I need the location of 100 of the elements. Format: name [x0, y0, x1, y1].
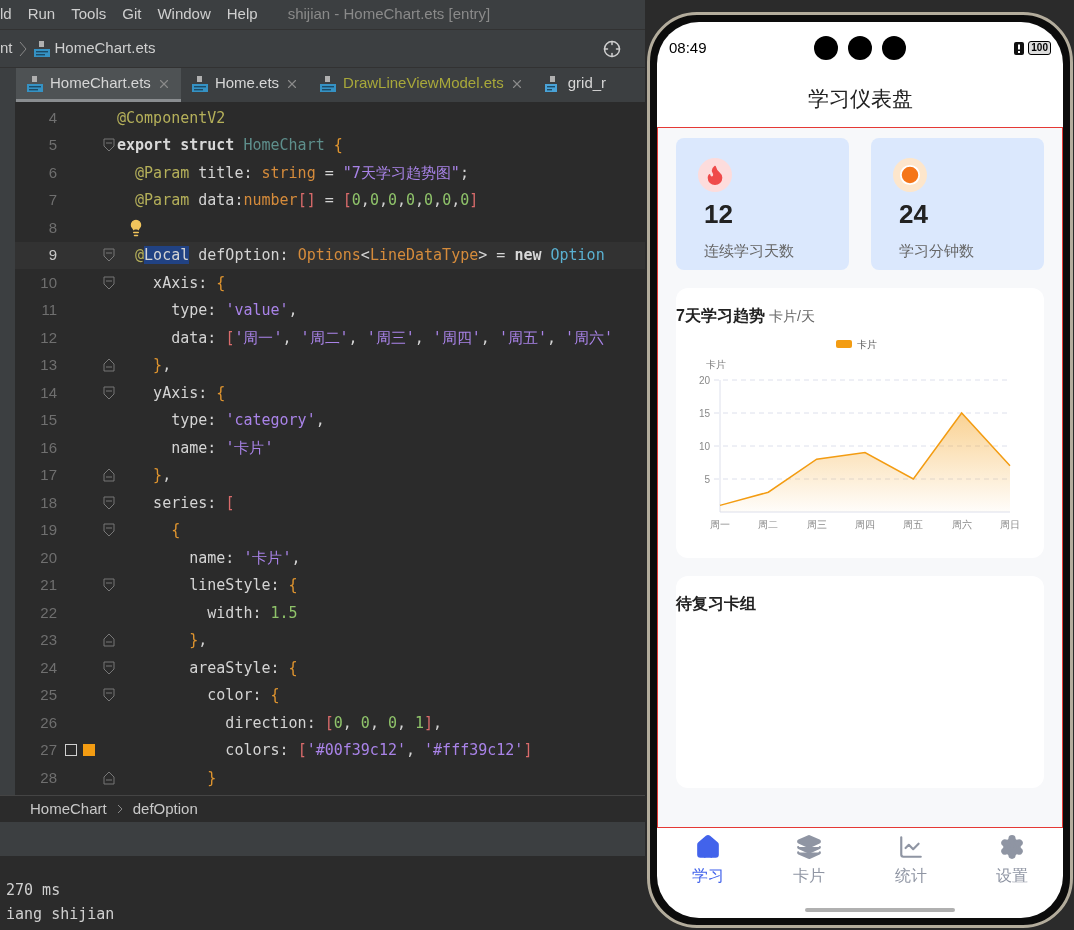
- menu-item[interactable]: Git: [122, 3, 142, 26]
- tick-label: 周六: [951, 519, 972, 530]
- line-number: 5: [47, 135, 57, 155]
- fold-marker-icon[interactable]: [103, 633, 115, 648]
- code-line: },: [188, 630, 208, 651]
- code-line: name: '卡片',: [188, 547, 301, 568]
- code-line: export struct HomeChart {: [117, 135, 343, 156]
- code-line: width: 1.5: [206, 602, 298, 623]
- page-title: 学习仪表盘: [807, 85, 913, 112]
- code-line: @Param data:number[] = [0,0,0,0,0,0,0]: [134, 190, 479, 211]
- code-line: },: [152, 465, 172, 486]
- window-title: shijian - HomeChart.ets [entry]: [287, 4, 491, 25]
- fold-marker-icon[interactable]: [103, 495, 115, 510]
- code-line: areaStyle: {: [188, 657, 298, 678]
- line-number: 13: [39, 355, 57, 375]
- line-number: 17: [39, 465, 57, 485]
- code-line: type: 'value',: [170, 300, 298, 321]
- code-line: color: {: [206, 685, 280, 706]
- code-line: yAxis: {: [152, 382, 226, 403]
- code-line: type: 'category',: [170, 410, 325, 431]
- fold-marker-icon[interactable]: [103, 578, 115, 593]
- line-number: 21: [39, 575, 57, 595]
- line-number: 23: [39, 630, 57, 650]
- line-number: 22: [39, 602, 57, 623]
- stat-label: 学习分钟数: [899, 241, 975, 261]
- editor-tab[interactable]: Home.ets: [180, 68, 310, 102]
- tick-label: 15: [698, 407, 710, 419]
- line-number: 20: [39, 547, 57, 568]
- line-number: 6: [47, 162, 57, 183]
- tick-label: 周二: [758, 519, 779, 530]
- line-number: 4: [47, 107, 57, 128]
- chevron-icon: [18, 40, 27, 57]
- breadcrumb-item[interactable]: nt: [0, 37, 13, 60]
- tick-label: 周四: [855, 519, 875, 530]
- camera-icon: [882, 36, 906, 60]
- camera-icon: [848, 36, 872, 60]
- editor-tab[interactable]: HomeChart.ets: [16, 68, 181, 102]
- tick-label: 周日: [1000, 519, 1020, 530]
- file-type-icon: [32, 39, 51, 58]
- fold-marker-icon[interactable]: [103, 770, 115, 785]
- line-number: 28: [39, 767, 57, 788]
- code-line: data: ['周一', '周二', '周三', '周四', '周五', '周六': [170, 327, 614, 348]
- fold-marker-icon[interactable]: [103, 138, 115, 153]
- line-number: 14: [39, 382, 57, 403]
- fold-marker-icon[interactable]: [103, 660, 115, 675]
- code-line: @Param title: string = "7天学习趋势图";: [134, 162, 469, 183]
- tick-label: 周五: [903, 519, 924, 530]
- code-line: }: [206, 767, 217, 788]
- editor-tab[interactable]: grid_r: [533, 68, 617, 102]
- line-number: 24: [39, 657, 57, 678]
- card-title: 待复习卡组: [676, 595, 756, 612]
- code-line: series: [: [152, 492, 235, 513]
- fold-marker-icon[interactable]: [103, 688, 115, 703]
- fold-marker-icon[interactable]: [103, 248, 115, 263]
- console-line: iang shijian: [6, 904, 116, 925]
- card-subtitle: 卡片/天: [768, 307, 815, 326]
- tick-label: 20: [698, 374, 710, 386]
- menu-item[interactable]: Window: [157, 3, 211, 26]
- axis-title: 卡片: [706, 359, 726, 370]
- tick-label: 5: [704, 473, 710, 485]
- fold-marker-icon[interactable]: [103, 275, 115, 290]
- line-number: 26: [39, 712, 57, 733]
- tick-label: 周三: [806, 519, 827, 530]
- stat-label: 连续学习天数: [704, 241, 795, 261]
- line-number: 7: [47, 190, 57, 210]
- code-line: name: '卡片': [170, 437, 274, 458]
- fold-marker-icon[interactable]: [103, 468, 115, 483]
- fold-marker-icon[interactable]: [103, 358, 115, 373]
- editor-tab[interactable]: DrawLineViewModel.ets: [309, 68, 534, 102]
- menu-item[interactable]: ld: [0, 3, 12, 26]
- card-title: 7天学习趋势: [676, 306, 765, 326]
- menu-item[interactable]: Run: [27, 3, 56, 26]
- menu-item[interactable]: Tools: [71, 3, 107, 26]
- code-line: lineStyle: {: [188, 575, 298, 596]
- code-line: colors: ['#00f39c12', '#fff39c12']: [224, 740, 533, 761]
- line-number: 25: [39, 685, 57, 705]
- chevron-icon: [116, 804, 123, 814]
- code-line: },: [152, 355, 172, 376]
- line-number: 16: [39, 437, 57, 458]
- camera-icon: [814, 36, 838, 60]
- line-number: 8: [47, 217, 57, 238]
- fold-marker-icon[interactable]: [103, 385, 115, 400]
- code-line: direction: [0, 0, 0, 1],: [224, 712, 443, 733]
- code-line: @Local defOption: Options<LineDataType> = new Option: [134, 245, 605, 266]
- breadcrumb-item[interactable]: defOption: [132, 797, 198, 821]
- battery-indicator: 100: [1028, 41, 1051, 55]
- line-number: 9: [47, 245, 57, 265]
- breadcrumb-item[interactable]: HomeChart.ets: [54, 37, 156, 60]
- stat-value: 12: [704, 198, 734, 230]
- tab-bar-item[interactable]: 学习: [657, 834, 759, 888]
- breadcrumb-item[interactable]: HomeChart: [30, 797, 107, 821]
- fold-marker-icon[interactable]: [103, 523, 115, 538]
- line-number: 12: [39, 327, 57, 348]
- stat-value: 24: [899, 198, 929, 230]
- code-line: {: [170, 520, 181, 541]
- locate-icon[interactable]: [603, 39, 621, 58]
- line-number: 18: [39, 492, 57, 513]
- alert-icon: [1014, 41, 1025, 55]
- menu-item[interactable]: Help: [226, 3, 258, 26]
- line-number: 10: [39, 272, 57, 293]
